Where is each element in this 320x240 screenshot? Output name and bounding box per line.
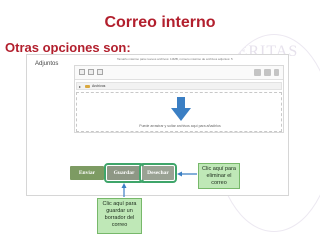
- arrow-head-discard: [177, 171, 182, 177]
- arrow-head-save: [121, 183, 127, 188]
- callout-save-draft: Clic aquí para guardar un borrador del c…: [97, 198, 142, 234]
- callout-arrows: [121, 171, 197, 197]
- callout-delete: Clic aquí para eliminar el correo: [198, 163, 240, 189]
